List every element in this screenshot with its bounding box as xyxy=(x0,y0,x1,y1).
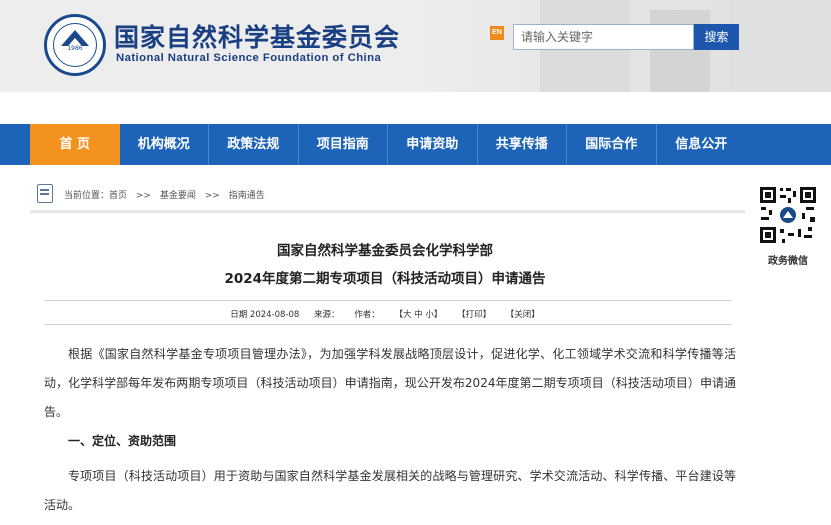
search-input[interactable]: 请输入关键字 xyxy=(513,24,694,50)
wechat-qr-code[interactable] xyxy=(758,185,818,245)
meta-source: 来源： xyxy=(314,310,340,320)
english-version-link[interactable]: EN xyxy=(490,26,504,40)
nav-item-disclosure[interactable]: 信息公开 xyxy=(657,124,747,165)
article-paragraph: 专项项目（科技活动项目）用于资助与国家自然科学基金发展相关的战略与管理研究、学术… xyxy=(44,469,736,512)
nav-item-home[interactable]: 首 页 xyxy=(30,124,120,165)
nav-item-policy[interactable]: 政策法规 xyxy=(209,124,299,165)
font-size-control[interactable]: 【大 中 小】 xyxy=(394,310,442,320)
breadcrumb-separator: >> xyxy=(135,191,151,201)
meta-divider-bottom xyxy=(44,324,732,325)
nav-item-about[interactable]: 机构概况 xyxy=(120,124,209,165)
nav-item-funding[interactable]: 申请资助 xyxy=(388,124,478,165)
section-heading: 一、定位、资助范围 xyxy=(68,434,177,448)
nav-item-sharing[interactable]: 共享传播 xyxy=(478,124,567,165)
logo-year: 1986 xyxy=(67,45,83,52)
breadcrumb-home[interactable]: 当前位置：首页 xyxy=(64,191,127,201)
org-name-cn[interactable]: 国家自然科学基金委员会 xyxy=(114,18,400,54)
breadcrumb-news[interactable]: 基金要闻 xyxy=(160,191,196,201)
article-title-line2: 2024年度第二期专项项目（科技活动项目）申请通告 xyxy=(224,271,546,287)
article-title-line1: 国家自然科学基金委员会化学科学部 xyxy=(277,243,493,259)
article-meta: 日期 2024-08-08 来源： 作者： 【大 中 小】 【打印】 【关闭】 xyxy=(40,308,730,320)
breadcrumb-divider xyxy=(30,210,745,213)
close-link[interactable]: 【关闭】 xyxy=(506,310,540,320)
search-button[interactable]: 搜索 xyxy=(694,24,739,50)
nav-item-guide[interactable]: 项目指南 xyxy=(299,124,388,165)
qr-label: 政务微信 xyxy=(768,256,808,267)
nav-item-international[interactable]: 国际合作 xyxy=(567,124,657,165)
main-nav: 首 页 机构概况 政策法规 项目指南 申请资助 共享传播 国际合作 信息公开 xyxy=(0,124,831,165)
print-link[interactable]: 【打印】 xyxy=(457,310,491,320)
nsfc-logo[interactable]: 1986 xyxy=(44,14,106,76)
location-icon xyxy=(37,184,53,203)
meta-date: 日期 2024-08-08 xyxy=(230,310,300,320)
breadcrumb-notices[interactable]: 指南通告 xyxy=(229,191,265,201)
meta-author: 作者： xyxy=(354,310,380,320)
org-name-en[interactable]: National Natural Science Foundation of C… xyxy=(116,52,381,64)
breadcrumb: 当前位置：首页 >> 基金要闻 >> 指南通告 xyxy=(64,188,271,201)
breadcrumb-separator: >> xyxy=(204,191,220,201)
site-header: 1986 国家自然科学基金委员会 National Natural Scienc… xyxy=(0,0,831,92)
meta-divider-top xyxy=(44,300,732,301)
article-paragraph: 根据《国家自然科学基金专项项目管理办法》，为加强学科发展战略顶层设计，促进化学、… xyxy=(44,347,736,419)
